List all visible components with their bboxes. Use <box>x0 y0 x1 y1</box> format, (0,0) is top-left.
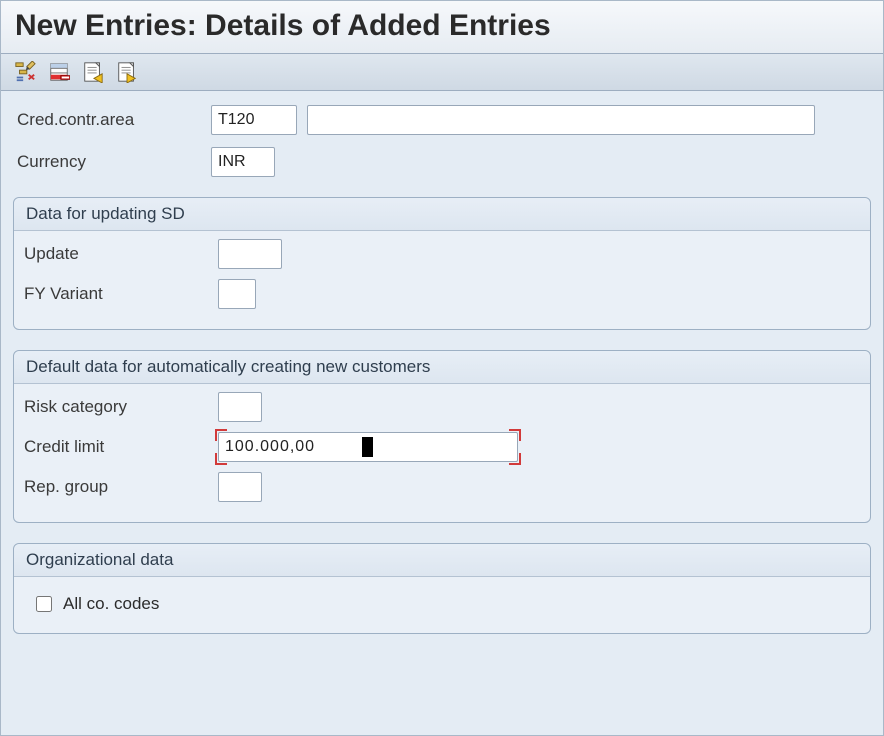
label-cred-contr-area: Cred.contr.area <box>17 110 211 130</box>
next-entry-button[interactable] <box>113 58 141 86</box>
group-default: Default data for automatically creating … <box>13 350 871 523</box>
row-credit-limit: Credit limit <box>20 432 864 462</box>
previous-entry-icon <box>82 61 104 83</box>
pencil-toggle-icon <box>14 61 36 83</box>
label-fy-variant: FY Variant <box>24 284 218 304</box>
input-cred-contr-area[interactable] <box>211 105 297 135</box>
group-default-title: Default data for automatically creating … <box>14 351 870 384</box>
row-cred-contr-area: Cred.contr.area <box>13 105 871 135</box>
focus-corner <box>215 429 227 441</box>
label-credit-limit: Credit limit <box>24 437 218 457</box>
group-org: Organizational data All co. codes <box>13 543 871 634</box>
row-rep-group: Rep. group <box>20 472 864 502</box>
credit-limit-wrap <box>218 432 518 462</box>
label-all-co-codes: All co. codes <box>63 594 159 614</box>
group-org-body: All co. codes <box>14 577 870 633</box>
focus-corner <box>509 429 521 441</box>
label-risk-category: Risk category <box>24 397 218 417</box>
focus-corner <box>509 453 521 465</box>
row-all-co-codes: All co. codes <box>20 585 864 623</box>
input-fy-variant[interactable] <box>218 279 256 309</box>
group-sd: Data for updating SD Update FY Variant <box>13 197 871 330</box>
group-sd-title: Data for updating SD <box>14 198 870 231</box>
delete-button[interactable] <box>45 58 73 86</box>
input-rep-group[interactable] <box>218 472 262 502</box>
group-default-body: Risk category Credit limit Rep. g <box>14 384 870 522</box>
label-update: Update <box>24 244 218 264</box>
focus-corner <box>215 453 227 465</box>
toggle-edit-button[interactable] <box>11 58 39 86</box>
form-body: Cred.contr.area Currency Data for updati… <box>1 91 883 654</box>
label-rep-group: Rep. group <box>24 477 218 497</box>
row-risk-category: Risk category <box>20 392 864 422</box>
input-currency[interactable] <box>211 147 275 177</box>
sap-window: New Entries: Details of Added Entries <box>0 0 884 736</box>
checkbox-all-co-codes[interactable] <box>36 596 52 612</box>
previous-entry-button[interactable] <box>79 58 107 86</box>
row-currency: Currency <box>13 147 871 177</box>
row-update: Update <box>20 239 864 269</box>
input-risk-category[interactable] <box>218 392 262 422</box>
group-sd-body: Update FY Variant <box>14 231 870 329</box>
label-currency: Currency <box>17 152 211 172</box>
titlebar: New Entries: Details of Added Entries <box>1 1 883 54</box>
display-cred-contr-area-desc <box>307 105 815 135</box>
page-title: New Entries: Details of Added Entries <box>15 9 869 43</box>
text-cursor <box>362 437 373 457</box>
toolbar <box>1 54 883 91</box>
next-entry-icon <box>116 61 138 83</box>
input-update[interactable] <box>218 239 282 269</box>
group-org-title: Organizational data <box>14 544 870 577</box>
row-fy-variant: FY Variant <box>20 279 864 309</box>
delete-row-icon <box>48 61 70 83</box>
